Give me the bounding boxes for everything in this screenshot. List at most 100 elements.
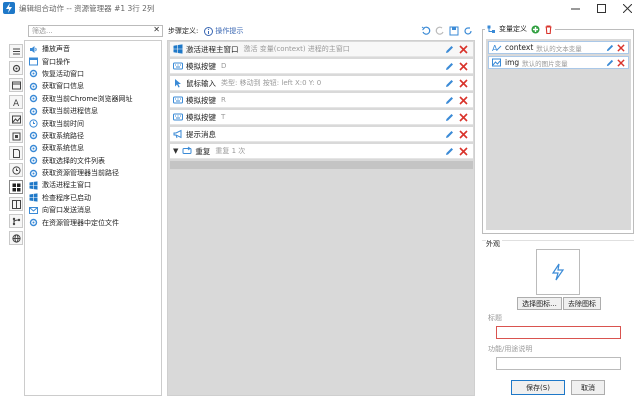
save-disk-icon xyxy=(449,26,459,36)
edit-pencil-icon[interactable] xyxy=(606,59,614,67)
operation-hint-link[interactable]: 操作提示 xyxy=(204,26,243,36)
category-window[interactable] xyxy=(9,78,23,92)
minimize-icon xyxy=(570,8,580,9)
edit-pencil-icon[interactable] xyxy=(606,44,614,52)
variables-list: A context 默认的文本变量 img 默认的图片变量 xyxy=(486,39,631,230)
title-label: 标题 xyxy=(488,314,502,322)
clock-icon xyxy=(29,119,38,128)
category-branch[interactable] xyxy=(9,214,23,228)
windows-logo-icon xyxy=(29,181,38,190)
action-item[interactable]: 获取系统信息 xyxy=(25,142,161,154)
step-row[interactable]: 模拟按键 R xyxy=(170,93,473,108)
action-item[interactable]: 获取窗口信息 xyxy=(25,80,161,92)
refresh-icon xyxy=(464,27,472,35)
category-document[interactable] xyxy=(9,146,23,160)
step-row[interactable]: 提示消息 xyxy=(170,127,473,142)
undo-icon xyxy=(421,26,431,35)
category-text[interactable]: A xyxy=(9,95,23,109)
title-input[interactable] xyxy=(496,326,621,339)
action-item[interactable]: 获取当前进程信息 xyxy=(25,105,161,117)
step-row[interactable]: 模拟按键 D xyxy=(170,59,473,74)
add-variable-icon[interactable] xyxy=(531,25,540,34)
category-windows[interactable] xyxy=(9,180,23,194)
delete-x-icon[interactable] xyxy=(459,62,468,71)
action-item[interactable]: 获取系统路径 xyxy=(25,130,161,142)
category-settings[interactable] xyxy=(9,61,23,75)
variable-row[interactable]: img 默认的图片变量 xyxy=(488,56,629,69)
delete-x-icon[interactable] xyxy=(617,59,625,67)
step-row[interactable]: 模拟按键 T xyxy=(170,110,473,125)
delete-x-icon[interactable] xyxy=(459,96,468,105)
steps-label: 步骤定义: xyxy=(168,27,199,35)
delete-x-icon[interactable] xyxy=(459,113,468,122)
save-steps-button[interactable] xyxy=(447,25,461,37)
svg-text:A: A xyxy=(492,44,498,52)
steps-toolbar xyxy=(419,25,475,37)
envelope-icon xyxy=(29,206,38,214)
action-item[interactable]: 获取当前Chrome浏览器网址 xyxy=(25,93,161,105)
info-icon xyxy=(204,26,214,36)
collapse-caret-icon[interactable]: ▼ xyxy=(173,147,178,155)
description-input[interactable] xyxy=(496,357,621,370)
filter-placeholder: 筛选... xyxy=(32,27,53,35)
cancel-button[interactable]: 取消 xyxy=(571,380,605,395)
category-process[interactable] xyxy=(9,129,23,143)
action-item[interactable]: 窗口操作 xyxy=(25,55,161,67)
image-variable-icon xyxy=(492,58,501,67)
category-image[interactable] xyxy=(9,112,23,126)
gear-icon xyxy=(29,157,38,165)
category-list[interactable] xyxy=(9,44,23,58)
step-row-repeat[interactable]: ▼ 重复 重复 1 次 xyxy=(170,144,473,159)
action-item[interactable]: 检查程序已启动 xyxy=(25,192,161,204)
window-icon xyxy=(11,81,21,89)
description-label: 功能/用途说明 xyxy=(488,345,533,353)
action-item[interactable]: 激活进程主窗口 xyxy=(25,179,161,191)
delete-x-icon[interactable] xyxy=(459,130,468,139)
delete-x-icon[interactable] xyxy=(459,79,468,88)
delete-x-icon[interactable] xyxy=(617,44,625,52)
category-clock[interactable] xyxy=(9,163,23,177)
step-row[interactable]: 鼠标输入 类型: 移动到 按钮: left X:0 Y: 0 xyxy=(170,76,473,91)
keyboard-icon xyxy=(173,96,183,104)
windows-logo-icon xyxy=(29,193,38,202)
clear-filter-icon[interactable]: ✕ xyxy=(153,25,160,34)
save-button[interactable]: 保存(S) xyxy=(511,380,565,395)
edit-pencil-icon[interactable] xyxy=(445,79,454,88)
variable-row[interactable]: A context 默认的文本变量 xyxy=(488,41,629,54)
edit-pencil-icon[interactable] xyxy=(445,62,454,71)
remove-icon-button[interactable]: 去除图标 xyxy=(563,297,601,310)
delete-x-icon[interactable] xyxy=(459,147,468,156)
edit-pencil-icon[interactable] xyxy=(445,96,454,105)
edit-pencil-icon[interactable] xyxy=(445,45,454,54)
edit-pencil-icon[interactable] xyxy=(445,113,454,122)
undo-button[interactable] xyxy=(419,25,433,37)
maximize-button[interactable] xyxy=(588,0,614,16)
step-row[interactable]: 激活进程主窗口 激活 变量(context) 进程的主窗口 xyxy=(170,42,473,57)
filter-input[interactable]: 筛选... ✕ xyxy=(28,25,163,37)
edit-pencil-icon[interactable] xyxy=(445,130,454,139)
gear-icon xyxy=(29,107,38,115)
repeat-icon xyxy=(182,146,192,154)
action-item[interactable]: 获取当前时间 xyxy=(25,117,161,129)
redo-button[interactable] xyxy=(433,25,447,37)
action-item[interactable]: 获取资源管理器当前路径 xyxy=(25,167,161,179)
edit-pencil-icon[interactable] xyxy=(445,147,454,156)
choose-icon-button[interactable]: 选择图标... xyxy=(517,297,562,310)
lightning-icon xyxy=(551,263,565,281)
reset-steps-button[interactable] xyxy=(461,25,475,37)
delete-variable-trash-icon[interactable] xyxy=(544,24,553,34)
action-item[interactable]: 恢复活动窗口 xyxy=(25,68,161,80)
action-item[interactable]: 播放声音 xyxy=(25,43,161,55)
close-icon xyxy=(622,3,632,13)
category-web[interactable] xyxy=(9,231,23,245)
action-item[interactable]: 向窗口发送消息 xyxy=(25,204,161,216)
window-title: 编辑组合动作 -- 资源管理器 #1 3行 2列 xyxy=(19,3,155,13)
panels-icon xyxy=(11,199,21,209)
close-window-button[interactable] xyxy=(614,0,640,16)
gear-icon xyxy=(29,70,38,78)
minimize-button[interactable] xyxy=(562,0,588,16)
delete-x-icon[interactable] xyxy=(459,45,468,54)
action-item[interactable]: 获取选择的文件列表 xyxy=(25,155,161,167)
category-panels[interactable] xyxy=(9,197,23,211)
action-item[interactable]: 在资源管理器中定位文件 xyxy=(25,216,161,228)
